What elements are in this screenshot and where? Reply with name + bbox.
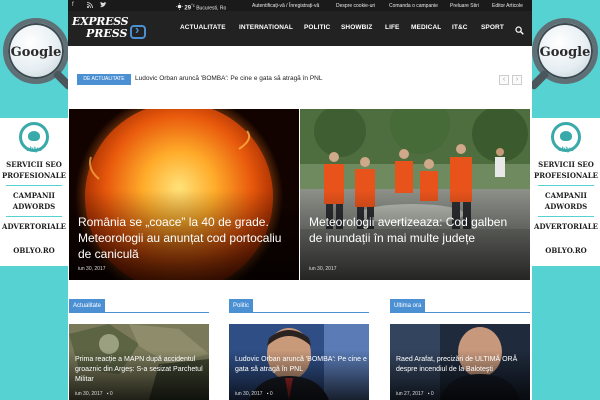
section-label[interactable]: Actualitate <box>69 299 106 313</box>
ad-divider <box>6 216 62 217</box>
facebook-icon[interactable]: f <box>72 2 74 9</box>
nav-itc[interactable]: IT&C <box>452 24 468 31</box>
rss-icon[interactable] <box>86 2 93 11</box>
featured-date: iun 30, 2017 <box>78 266 106 272</box>
ad-divider <box>538 185 594 186</box>
article-meta: iun 27, 2017 ▪ 0 <box>396 391 434 397</box>
featured-title[interactable]: Meteorologii avertizeaza: Cod galben de … <box>309 214 521 246</box>
section-header-politic[interactable]: Politic <box>229 299 369 313</box>
comment-icon: ▪ <box>427 391 430 397</box>
oblyo-logo-text: oblyo <box>26 147 42 153</box>
article-date: iun 27, 2017 <box>396 391 424 397</box>
ad-line: ADVERTORIALE <box>534 222 598 231</box>
article-meta: iun 30, 2017 ▪ 0 <box>235 391 273 397</box>
site-logo[interactable]: EXPRESS PRESS <box>72 15 148 43</box>
section-rule <box>69 312 209 313</box>
section-header-ultima-ora[interactable]: Ultima ora <box>390 299 530 313</box>
article-card[interactable]: Prima reacție a MAPN după accidentul gro… <box>69 324 209 400</box>
login-link[interactable]: Autentificați-vă / Înregistrați-vă <box>252 3 319 9</box>
featured-date: iun 30, 2017 <box>309 266 337 272</box>
ad-box[interactable]: oblyo SERVICII SEO PROFESIONALE CAMPANII… <box>0 118 68 266</box>
top-bar: f 29°c Bucuresti, Ro Autentificați-vă / … <box>68 0 532 12</box>
ticker-prev-button[interactable]: ‹ <box>499 75 509 85</box>
ticker-label: DE ACTUALITATE <box>77 74 131 85</box>
nav-medical[interactable]: MEDICAL <box>411 24 441 31</box>
cookies-link[interactable]: Despre cookie-uri <box>336 3 375 9</box>
section-rule <box>229 312 369 313</box>
article-date: iun 30, 2017 <box>235 391 263 397</box>
ticker-headline[interactable]: Ludovic Orban aruncă 'BOMBA': Pe cine e … <box>135 75 322 82</box>
nav-actualitate[interactable]: ACTUALITATE <box>180 24 226 31</box>
comment-count: 0 <box>430 391 434 397</box>
nav-sport[interactable]: SPORT <box>481 24 504 31</box>
article-meta: iun 30, 2017 ▪ 0 <box>75 391 113 397</box>
news-feed-link[interactable]: Preluare Stiri <box>450 3 479 9</box>
google-text: Google <box>10 45 62 60</box>
ad-divider <box>538 216 594 217</box>
logo-arrow-icon <box>130 22 146 39</box>
article-editor-link[interactable]: Editor Articole <box>492 3 523 9</box>
temperature-unit: c <box>192 3 195 8</box>
section-header-actualitate[interactable]: Actualitate <box>69 299 209 313</box>
nav-showbiz[interactable]: SHOWBIZ <box>341 24 372 31</box>
search-icon[interactable] <box>515 22 524 35</box>
logo-line-2: PRESS <box>86 27 128 40</box>
ad-line: PROFESIONALE <box>2 171 66 180</box>
oblyo-logo-text: oblyo <box>558 147 574 153</box>
featured-article[interactable]: România se „coace” la 40 de grade. Meteo… <box>69 109 299 280</box>
comment-icon: ▪ <box>266 391 269 397</box>
article-date: iun 30, 2017 <box>75 391 103 397</box>
site-header: EXPRESS PRESS ACTUALITATE INTERNATIONAL … <box>68 11 532 46</box>
left-side-ad[interactable]: Google oblyo SERVICII SEO PROFESIONALE C… <box>0 0 74 400</box>
featured-article[interactable]: Meteorologii avertizeaza: Cod galben de … <box>300 109 530 280</box>
ad-line: SERVICII SEO <box>6 160 62 169</box>
ad-line: PROFESIONALE <box>534 171 598 180</box>
ad-line: CAMPANII <box>13 191 55 200</box>
ad-line: ADVERTORIALE <box>2 222 66 231</box>
comment-icon: ▪ <box>106 391 109 397</box>
ad-url[interactable]: OBLYO.RO <box>532 246 600 255</box>
ad-divider <box>6 185 62 186</box>
ad-box[interactable]: oblyo SERVICII SEO PROFESIONALE CAMPANII… <box>532 118 600 266</box>
main-column: f 29°c Bucuresti, Ro Autentificați-vă / … <box>68 0 532 400</box>
ad-line: SERVICII SEO <box>538 160 594 169</box>
right-side-ad[interactable]: Google oblyo SERVICII SEO PROFESIONALE C… <box>528 0 600 400</box>
ticker-next-button[interactable]: › <box>512 75 522 85</box>
featured-title[interactable]: România se „coace” la 40 de grade. Meteo… <box>78 214 290 262</box>
article-title[interactable]: Ludovic Orban aruncă 'BOMBA': Pe cine e … <box>235 355 367 375</box>
article-title[interactable]: Prima reacție a MAPN după accidentul gro… <box>75 355 207 385</box>
nav-international[interactable]: INTERNATIONAL <box>239 24 293 31</box>
ad-line: CAMPANII <box>545 191 587 200</box>
twitter-icon[interactable] <box>100 1 107 11</box>
ad-line: ADWORDS <box>544 202 588 211</box>
section-rule <box>390 312 530 313</box>
section-label[interactable]: Ultima ora <box>390 299 426 313</box>
article-card[interactable]: Raed Arafat, precizări de ULTIMĂ ORĂ des… <box>390 324 530 400</box>
article-card[interactable]: Ludovic Orban aruncă 'BOMBA': Pe cine e … <box>229 324 369 400</box>
comment-count: 0 <box>269 391 273 397</box>
ad-url[interactable]: OBLYO.RO <box>0 246 68 255</box>
google-text: Google <box>539 45 591 60</box>
comment-count: 0 <box>109 391 113 397</box>
nav-politic[interactable]: POLITIC <box>304 24 330 31</box>
order-campaign-link[interactable]: Comanda o campanie <box>389 3 438 9</box>
nav-life[interactable]: LIFE <box>385 24 399 31</box>
news-ticker: DE ACTUALITATE Ludovic Orban aruncă 'BOM… <box>77 72 523 88</box>
article-title[interactable]: Raed Arafat, precizări de ULTIMĂ ORĂ des… <box>396 355 528 375</box>
section-label[interactable]: Politic <box>229 299 254 313</box>
ad-line: ADWORDS <box>12 202 56 211</box>
